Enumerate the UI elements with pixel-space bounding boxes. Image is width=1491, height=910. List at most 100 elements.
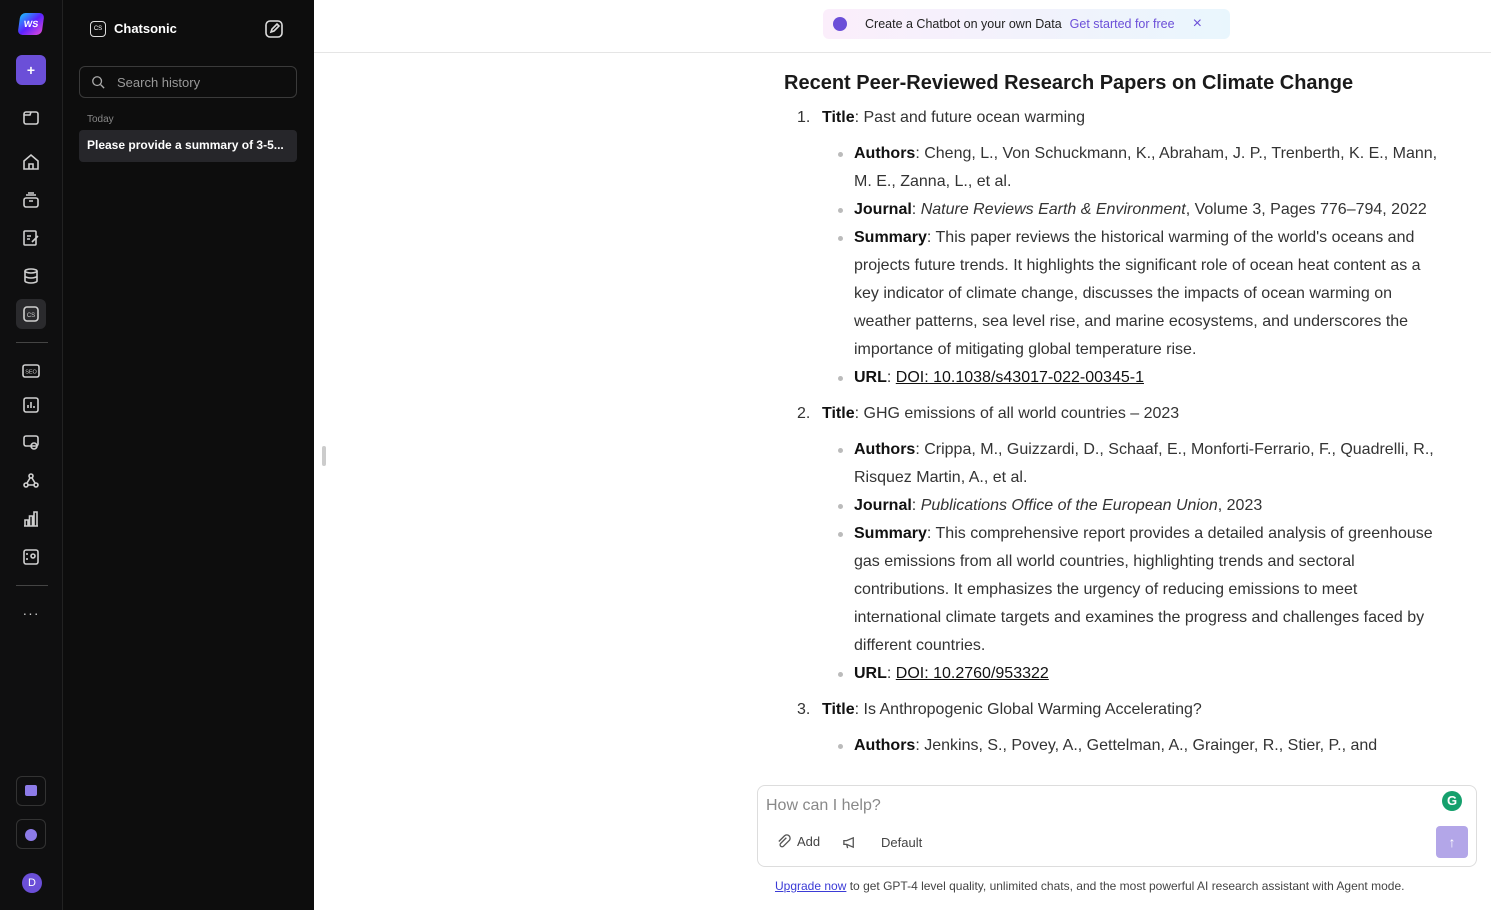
journal-details: , Volume 3, Pages 776–794, 2022 [1185, 201, 1427, 218]
authors-text: : Jenkins, S., Povey, A., Gettelman, A.,… [915, 737, 1378, 754]
summary-item: Summary: This paper reviews the historic… [822, 224, 1444, 364]
paper-title: : Is Anthropogenic Global Warming Accele… [854, 701, 1202, 718]
paper-number: 3. [797, 701, 811, 718]
grammarly-icon[interactable]: G [1442, 791, 1462, 811]
main-area: Create a Chatbot on your own Data Get st… [314, 0, 1491, 910]
summary-label: Summary [854, 525, 927, 542]
chatbot-icon [833, 17, 847, 31]
url-label: URL [854, 665, 887, 682]
archive-icon[interactable] [16, 185, 46, 215]
title-label: Title [822, 109, 855, 126]
title-label: Title [822, 701, 855, 718]
chatsonic-icon[interactable]: CS [16, 299, 46, 329]
summary-label: Summary [854, 229, 927, 246]
doi-link[interactable]: DOI: 10.2760/953322 [896, 665, 1049, 682]
analytics-icon[interactable] [16, 390, 46, 420]
sep: : [911, 201, 921, 218]
report-icon[interactable] [16, 542, 46, 572]
search-icon [92, 76, 105, 89]
video-icon[interactable] [16, 776, 46, 806]
avatar[interactable]: D [22, 873, 42, 893]
footer-text: to get GPT-4 level quality, unlimited ch… [846, 879, 1405, 893]
response-heading: Recent Peer-Reviewed Research Papers on … [784, 72, 1354, 94]
paperclip-icon [778, 834, 791, 848]
search-placeholder: Search history [117, 74, 201, 90]
history-item[interactable]: Please provide a summary of 3-5... [79, 130, 297, 162]
banner-text: Create a Chatbot on your own Data [865, 17, 1062, 31]
more-icon[interactable]: ··· [16, 598, 46, 628]
paper-title: : Past and future ocean warming [854, 109, 1085, 126]
close-icon[interactable]: × [1193, 15, 1202, 33]
home-icon[interactable] [16, 147, 46, 177]
megaphone-icon[interactable] [842, 835, 857, 855]
url-item: URL: DOI: 10.1038/s43017-022-00345-1 [822, 364, 1444, 392]
add-label: Add [797, 834, 821, 849]
journal-item: Journal: Nature Reviews Earth & Environm… [822, 196, 1444, 224]
panel-resize-handle[interactable] [322, 446, 326, 466]
banner-link[interactable]: Get started for free [1070, 17, 1175, 31]
authors-item: Authors: Cheng, L., Von Schuckmann, K., … [822, 140, 1444, 196]
journal-details: , 2023 [1217, 497, 1263, 514]
upgrade-footer: Upgrade now to get GPT-4 level quality, … [775, 879, 1404, 893]
panel-title: Chatsonic [114, 21, 177, 36]
doi-link[interactable]: DOI: 10.1038/s43017-022-00345-1 [896, 369, 1144, 386]
authors-label: Authors [854, 737, 916, 754]
prompt-input[interactable]: How can I help? [766, 797, 881, 815]
chatbot-icon[interactable] [16, 819, 46, 849]
response-content: Recent Peer-Reviewed Research Papers on … [784, 60, 1444, 768]
composer: How can I help? G Add Default ↑ [757, 785, 1477, 867]
sep: : [886, 369, 896, 386]
chatbot-banner: Create a Chatbot on your own Data Get st… [823, 9, 1230, 39]
authors-label: Authors [854, 441, 916, 458]
url-label: URL [854, 369, 887, 386]
paper-item: 1. Title: Past and future ocean warming Au… [784, 104, 1444, 392]
writesonic-logo[interactable]: WS [17, 13, 45, 35]
chat-settings-icon[interactable] [16, 427, 46, 457]
paper-number: 1. [797, 109, 811, 126]
network-icon[interactable] [16, 466, 46, 496]
icon-rail: WS + CS SEO ··· D [0, 0, 63, 910]
upgrade-link[interactable]: Upgrade now [775, 879, 846, 893]
rail-divider [16, 342, 48, 343]
title-label: Title [822, 405, 855, 422]
edit-doc-icon[interactable] [16, 223, 46, 253]
summary-text: : This paper reviews the historical warm… [854, 229, 1421, 358]
send-button[interactable]: ↑ [1436, 826, 1468, 858]
paper-item: 2. Title: GHG emissions of all world coun… [784, 400, 1444, 688]
sep: : [886, 665, 896, 682]
svg-text:SEO: SEO [25, 370, 37, 376]
bar-chart-icon[interactable] [16, 504, 46, 534]
journal-name: Nature Reviews Earth & Environment [920, 201, 1186, 218]
section-today: Today [87, 114, 114, 125]
rail-divider [16, 585, 48, 586]
new-button[interactable]: + [16, 55, 46, 85]
paper-title: : GHG emissions of all world countries –… [854, 405, 1180, 422]
url-item: URL: DOI: 10.2760/953322 [822, 660, 1444, 688]
chat-scroll: Recent Peer-Reviewed Research Papers on … [314, 53, 1491, 780]
summary-item: Summary: This comprehensive report provi… [822, 520, 1444, 660]
journal-label: Journal [854, 201, 912, 218]
summary-text: : This comprehensive report provides a d… [854, 525, 1433, 654]
paper-list: 1. Title: Past and future ocean warming Au… [784, 104, 1444, 760]
svg-text:CS: CS [27, 313, 35, 319]
authors-item: Authors: Jenkins, S., Povey, A., Gettelm… [822, 732, 1444, 760]
history-panel: CS Chatsonic Search history Today Please… [63, 0, 314, 910]
journal-item: Journal: Publications Office of the Euro… [822, 492, 1444, 520]
folder-icon[interactable] [16, 103, 46, 133]
authors-label: Authors [854, 145, 916, 162]
chatsonic-logo-icon: CS [90, 21, 106, 37]
database-icon[interactable] [16, 261, 46, 291]
authors-item: Authors: Crippa, M., Guizzardi, D., Scha… [822, 436, 1444, 492]
authors-text: : Crippa, M., Guizzardi, D., Schaaf, E.,… [854, 441, 1434, 486]
journal-name: Publications Office of the European Unio… [920, 497, 1218, 514]
seo-icon[interactable]: SEO [16, 356, 46, 386]
authors-text: : Cheng, L., Von Schuckmann, K., Abraham… [854, 145, 1438, 190]
new-chat-icon[interactable] [265, 20, 283, 38]
paper-item: 3. Title: Is Anthropogenic Global Warming… [784, 696, 1444, 760]
search-history-input[interactable]: Search history [79, 66, 297, 98]
sep: : [911, 497, 921, 514]
paper-number: 2. [797, 405, 811, 422]
mode-selector[interactable]: Default [881, 835, 922, 850]
journal-label: Journal [854, 497, 912, 514]
add-button[interactable]: Add [776, 834, 820, 849]
